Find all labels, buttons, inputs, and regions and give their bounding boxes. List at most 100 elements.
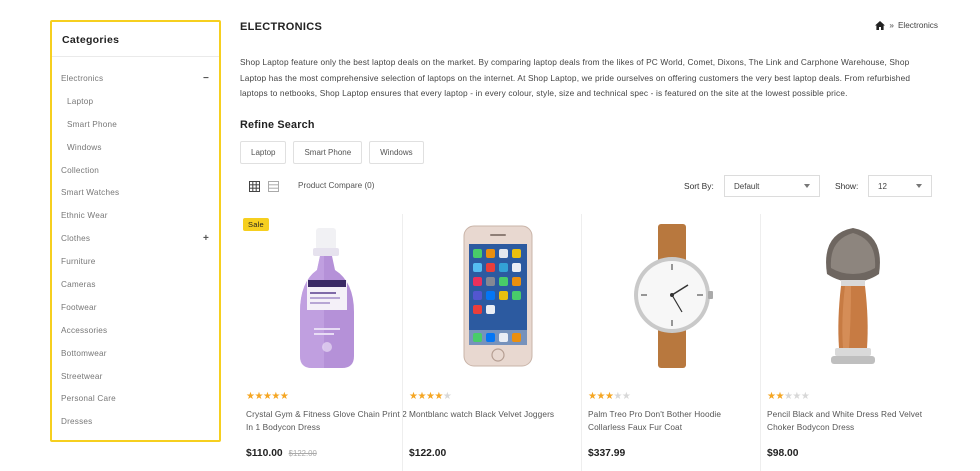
product-image-watch[interactable] — [592, 220, 752, 370]
category-clothes[interactable]: Clothes + — [52, 228, 219, 251]
chevron-down-icon — [804, 184, 810, 188]
breadcrumb-current[interactable]: Electronics — [898, 21, 938, 30]
category-label: Clothes — [61, 234, 91, 244]
rating-stars: ★★★★★ — [588, 391, 631, 402]
category-dresses[interactable]: Dresses — [52, 411, 219, 434]
category-label: Windows — [67, 142, 102, 152]
product-price: $98.00 — [767, 448, 799, 459]
product-name[interactable]: Crystal Gym & Fitness Glove Chain Print … — [246, 408, 411, 434]
product-toolbar: Product Compare (0) Sort By: Default Sho… — [240, 175, 933, 197]
category-label: Personal Care — [61, 394, 116, 404]
rating-stars: ★★★★★ — [767, 391, 810, 402]
category-label: Accessories — [61, 325, 108, 335]
category-label: Dresses — [61, 417, 93, 427]
category-label: Furniture — [61, 257, 96, 267]
rating-stars: ★★★★★ — [409, 391, 452, 402]
product-price: $122.00 — [409, 448, 447, 459]
product-image-phone[interactable] — [413, 220, 573, 370]
category-footwear[interactable]: Footwear — [52, 297, 219, 320]
product-old-price: $122.00 — [288, 449, 317, 458]
product-compare-link[interactable]: Product Compare (0) — [298, 181, 374, 190]
product-image-bottle[interactable] — [250, 220, 410, 370]
breadcrumb: » Electronics — [875, 21, 938, 30]
category-windows[interactable]: Windows — [52, 137, 219, 160]
price-row: $122.00 — [409, 448, 446, 459]
refine-tag-laptop[interactable]: Laptop — [240, 141, 287, 164]
product-card[interactable]: ★★★★★ Palm Treo Pro Don't Bother Hoodie … — [581, 214, 759, 471]
category-sidebar: Categories Electronics − Laptop Smart Pho… — [50, 20, 221, 442]
category-smart-watches[interactable]: Smart Watches — [52, 182, 219, 205]
home-icon[interactable] — [875, 21, 886, 30]
product-price: $110.00 — [246, 448, 283, 459]
category-ethnic-wear[interactable]: Ethnic Wear — [52, 205, 219, 228]
star-filled-icon: ★ — [279, 391, 289, 402]
list-view-icon[interactable] — [268, 181, 279, 192]
product-card[interactable]: ★★★★★ Montblanc watch Black Velvet Jogge… — [402, 214, 580, 471]
main-content: ELECTRONICS » Electronics Shop Laptop fe… — [240, 0, 940, 471]
product-name[interactable]: Montblanc watch Black Velvet Joggers — [409, 408, 574, 421]
refine-tag-windows[interactable]: Windows — [369, 141, 424, 164]
star-empty-icon: ★ — [613, 391, 622, 402]
product-grid: Sale ★★★★★ Crystal Gym & Fitness Glove C… — [240, 214, 940, 471]
category-cameras[interactable]: Cameras — [52, 274, 219, 297]
category-label: Streetwear — [61, 371, 103, 381]
price-row: $110.00 $122.00 — [246, 448, 317, 459]
refine-search-tags: Laptop Smart Phone Windows — [240, 141, 424, 164]
sort-by-value: Default — [734, 182, 760, 191]
sort-by-label: Sort By: — [684, 181, 714, 191]
show-count-value: 12 — [878, 182, 887, 191]
star-empty-icon: ★ — [442, 391, 452, 402]
star-filled-icon: ★ — [417, 391, 426, 402]
product-price: $337.99 — [588, 448, 626, 459]
category-label: Footwear — [61, 302, 97, 312]
category-label: Bottomwear — [61, 348, 107, 358]
category-electronics[interactable]: Electronics − — [52, 68, 219, 91]
category-laptop[interactable]: Laptop — [52, 91, 219, 114]
category-bottomwear[interactable]: Bottomwear — [52, 343, 219, 366]
expand-icon[interactable]: + — [203, 228, 209, 251]
page-title: ELECTRONICS — [240, 21, 323, 33]
refine-tag-smart-phone[interactable]: Smart Phone — [293, 141, 363, 164]
sale-badge: Sale — [243, 218, 269, 231]
category-personal-care[interactable]: Personal Care — [52, 388, 219, 411]
category-list: Electronics − Laptop Smart Phone Windows … — [52, 57, 219, 434]
category-label: Collection — [61, 165, 99, 175]
collapse-icon[interactable]: − — [203, 68, 209, 91]
category-smart-phone[interactable]: Smart Phone — [52, 114, 219, 137]
star-filled-icon: ★ — [271, 391, 280, 402]
star-filled-icon: ★ — [596, 391, 605, 402]
refine-search-title: Refine Search — [240, 119, 315, 131]
category-label: Ethnic Wear — [61, 211, 108, 221]
product-name[interactable]: Palm Treo Pro Don't Bother Hoodie Collar… — [588, 408, 753, 434]
product-image-shaving-brush[interactable] — [771, 220, 931, 370]
star-empty-icon: ★ — [800, 391, 810, 402]
category-label: Cameras — [61, 280, 96, 290]
star-filled-icon: ★ — [775, 391, 784, 402]
product-card[interactable]: ★★★★★ Pencil Black and White Dress Red V… — [760, 214, 938, 471]
breadcrumb-separator: » — [889, 21, 894, 30]
product-name[interactable]: Pencil Black and White Dress Red Velvet … — [767, 408, 932, 434]
star-filled-icon: ★ — [434, 391, 443, 402]
category-collection[interactable]: Collection — [52, 160, 219, 183]
category-label: Smart Watches — [61, 188, 120, 198]
sidebar-title: Categories — [52, 22, 219, 57]
chevron-down-icon — [916, 184, 922, 188]
sort-by-select[interactable]: Default — [724, 175, 820, 197]
price-row: $337.99 — [588, 448, 625, 459]
grid-view-icon[interactable] — [249, 181, 260, 192]
category-label: Electronics — [61, 74, 104, 83]
rating-stars: ★★★★★ — [246, 391, 289, 402]
product-card[interactable]: Sale ★★★★★ Crystal Gym & Fitness Glove C… — [240, 214, 418, 471]
show-label: Show: — [835, 181, 859, 191]
category-accessories[interactable]: Accessories — [52, 320, 219, 343]
show-count-select[interactable]: 12 — [868, 175, 932, 197]
category-furniture[interactable]: Furniture — [52, 251, 219, 274]
category-streetwear[interactable]: Streetwear — [52, 366, 219, 389]
price-row: $98.00 — [767, 448, 799, 459]
category-description: Shop Laptop feature only the best laptop… — [240, 57, 911, 99]
category-label: Smart Phone — [67, 119, 117, 129]
star-filled-icon: ★ — [254, 391, 263, 402]
category-label: Laptop — [67, 96, 94, 106]
star-empty-icon: ★ — [792, 391, 801, 402]
star-empty-icon: ★ — [621, 391, 631, 402]
